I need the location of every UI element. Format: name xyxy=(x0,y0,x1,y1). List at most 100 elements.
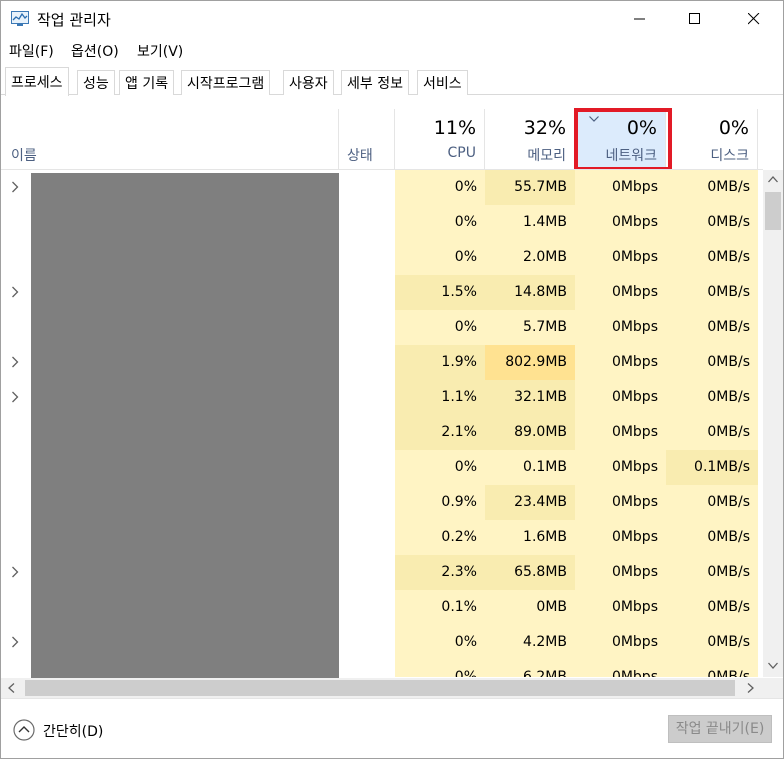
chevron-right-icon[interactable] xyxy=(11,181,19,193)
disk-cell: 0MB/s xyxy=(666,660,758,677)
minimize-button[interactable] xyxy=(613,1,667,37)
menu-options[interactable]: 옵션(O) xyxy=(71,41,119,61)
memory-cell: 55.7MB xyxy=(485,170,575,205)
column-header-memory[interactable]: 32% 메모리 xyxy=(485,109,575,169)
title-bar[interactable]: 작업 관리자 xyxy=(1,1,783,37)
disk-total: 0% xyxy=(718,117,749,139)
column-disk-label: 디스크 xyxy=(710,148,749,164)
menu-file[interactable]: 파일(F) xyxy=(9,41,54,61)
footer: 간단히(D) 작업 끝내기(E) xyxy=(1,698,783,758)
cpu-total: 11% xyxy=(433,117,476,139)
task-manager-icon xyxy=(11,11,29,27)
network-cell: 0Mbps xyxy=(575,275,666,310)
vertical-scroll-thumb[interactable] xyxy=(765,192,781,230)
scroll-right-icon[interactable] xyxy=(747,683,754,693)
horizontal-scroll-thumb[interactable] xyxy=(25,680,735,696)
memory-cell: 14.8MB xyxy=(485,275,575,310)
chevron-right-icon[interactable] xyxy=(11,566,19,578)
cpu-cell: 0% xyxy=(395,625,485,660)
cpu-cell: 0% xyxy=(395,205,485,240)
chevron-right-icon[interactable] xyxy=(11,391,19,403)
cpu-cell: 1.1% xyxy=(395,380,485,415)
cpu-cell: 0% xyxy=(395,450,485,485)
column-header-name[interactable]: 이름 xyxy=(1,109,339,169)
fewer-details-link[interactable]: 간단히(D) xyxy=(43,721,103,741)
disk-cell: 0MB/s xyxy=(666,275,758,310)
column-header-cpu[interactable]: 11% CPU xyxy=(395,109,485,169)
cpu-cell: 2.1% xyxy=(395,415,485,450)
tab-services[interactable]: 서비스 xyxy=(417,70,468,95)
network-cell: 0Mbps xyxy=(575,310,666,345)
tab-bar: 프로세스 성능 앱 기록 시작프로그램 사용자 세부 정보 서비스 xyxy=(1,67,783,96)
scroll-down-icon[interactable] xyxy=(768,662,778,669)
cpu-cell: 0% xyxy=(395,170,485,205)
memory-cell: 0MB xyxy=(485,590,575,625)
maximize-button[interactable] xyxy=(668,1,722,37)
memory-cell: 89.0MB xyxy=(485,415,575,450)
chevron-up-circle-icon[interactable] xyxy=(13,719,35,741)
menu-view[interactable]: 보기(V) xyxy=(137,41,183,61)
disk-cell: 0MB/s xyxy=(666,485,758,520)
horizontal-scrollbar[interactable] xyxy=(1,678,763,698)
cpu-cell: 2.3% xyxy=(395,555,485,590)
highlight-box xyxy=(574,108,672,171)
cpu-cell: 1.9% xyxy=(395,345,485,380)
redacted-process-names xyxy=(31,173,339,680)
scroll-up-icon[interactable] xyxy=(768,176,778,183)
tab-performance[interactable]: 성능 xyxy=(77,70,115,95)
memory-cell: 32.1MB xyxy=(485,380,575,415)
network-cell: 0Mbps xyxy=(575,660,666,677)
tab-startup[interactable]: 시작프로그램 xyxy=(181,70,271,95)
cpu-cell: 0.9% xyxy=(395,485,485,520)
network-cell: 0Mbps xyxy=(575,240,666,275)
memory-cell: 2.0MB xyxy=(485,240,575,275)
window-title: 작업 관리자 xyxy=(37,11,111,29)
column-name-label: 이름 xyxy=(11,148,37,164)
scroll-left-icon[interactable] xyxy=(8,683,15,693)
cpu-cell: 1.5% xyxy=(395,275,485,310)
memory-cell: 802.9MB xyxy=(485,345,575,380)
tab-users[interactable]: 사용자 xyxy=(283,70,334,95)
memory-cell: 5.7MB xyxy=(485,310,575,345)
memory-total: 32% xyxy=(523,117,566,139)
disk-cell: 0MB/s xyxy=(666,590,758,625)
chevron-right-icon[interactable] xyxy=(11,636,19,648)
memory-cell: 1.4MB xyxy=(485,205,575,240)
network-cell: 0Mbps xyxy=(575,590,666,625)
disk-cell: 0MB/s xyxy=(666,170,758,205)
disk-cell: 0MB/s xyxy=(666,625,758,660)
cpu-cell: 0% xyxy=(395,310,485,345)
memory-cell: 0.1MB xyxy=(485,450,575,485)
column-memory-label: 메모리 xyxy=(527,148,566,164)
column-header-status[interactable]: 상태 xyxy=(339,109,395,169)
maximize-icon xyxy=(689,13,700,24)
tab-details[interactable]: 세부 정보 xyxy=(341,70,409,95)
network-cell: 0Mbps xyxy=(575,485,666,520)
chevron-right-icon[interactable] xyxy=(11,356,19,368)
menu-bar: 파일(F) 옵션(O) 보기(V) xyxy=(1,39,783,63)
disk-cell: 0MB/s xyxy=(666,415,758,450)
disk-cell: 0MB/s xyxy=(666,380,758,415)
column-cpu-label: CPU xyxy=(447,145,476,161)
network-cell: 0Mbps xyxy=(575,170,666,205)
tab-app-history[interactable]: 앱 기록 xyxy=(119,70,175,95)
column-header-disk[interactable]: 0% 디스크 xyxy=(666,109,758,169)
disk-cell: 0MB/s xyxy=(666,555,758,590)
memory-cell: 6.2MB xyxy=(485,660,575,677)
network-cell: 0Mbps xyxy=(575,415,666,450)
close-button[interactable] xyxy=(727,1,781,37)
network-cell: 0Mbps xyxy=(575,625,666,660)
minimize-icon xyxy=(634,18,645,20)
chevron-right-icon[interactable] xyxy=(11,286,19,298)
disk-cell: 0MB/s xyxy=(666,240,758,275)
task-manager-window: 작업 관리자 파일(F) 옵션(O) 보기(V) 프로세스 성능 앱 기록 시작… xyxy=(0,0,784,759)
memory-cell: 65.8MB xyxy=(485,555,575,590)
cpu-cell: 0% xyxy=(395,240,485,275)
tab-processes[interactable]: 프로세스 xyxy=(5,67,69,96)
cpu-cell: 0.2% xyxy=(395,520,485,555)
disk-cell: 0MB/s xyxy=(666,520,758,555)
disk-cell: 0MB/s xyxy=(666,345,758,380)
end-task-button[interactable]: 작업 끝내기(E) xyxy=(668,715,772,743)
vertical-scrollbar[interactable] xyxy=(763,170,783,677)
memory-cell: 23.4MB xyxy=(485,485,575,520)
